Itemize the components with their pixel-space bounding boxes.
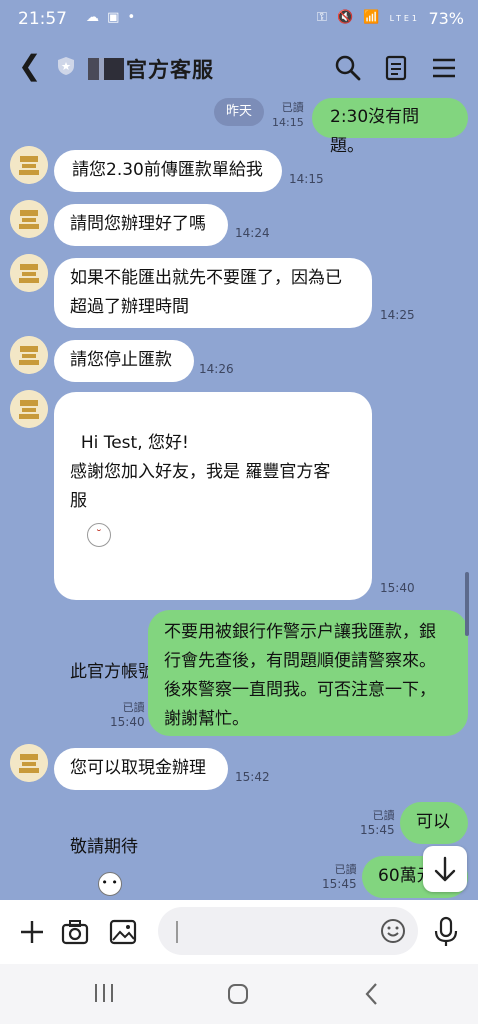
message-bubble-outgoing[interactable]: 2:30沒有問題。 bbox=[312, 98, 468, 156]
read-label: 已讀 bbox=[334, 863, 357, 876]
back-arrow-icon[interactable]: ❮ bbox=[18, 52, 41, 80]
search-icon[interactable] bbox=[334, 54, 362, 82]
avatar[interactable] bbox=[10, 200, 48, 238]
message-input[interactable] bbox=[158, 907, 418, 955]
avatar[interactable] bbox=[10, 146, 48, 184]
arrow-down-icon bbox=[434, 856, 456, 882]
message-bubble-incoming[interactable]: 如果不能匯出就先不要匯了，因為已 超過了辦理時間 bbox=[54, 258, 372, 328]
system-icons: ⚿ 🔇 📶 LTE1 bbox=[316, 10, 420, 25]
date-chip: 昨天 bbox=[214, 98, 264, 126]
read-receipt: 已讀 15:45 bbox=[322, 862, 357, 892]
message-time: 15:45 bbox=[360, 823, 395, 837]
message-time: 14:25 bbox=[380, 308, 415, 322]
avatar[interactable] bbox=[10, 336, 48, 374]
read-label: 已讀 bbox=[122, 701, 145, 714]
message-bubble-outgoing[interactable]: 不要用被銀行作警示户讓我匯款，銀 行會先查後，有問題順便請警察來。 後來警察一直… bbox=[148, 610, 468, 736]
page-title: 官方客服 bbox=[88, 54, 214, 84]
message-time: 15:45 bbox=[322, 877, 357, 891]
cony-emoji-icon: ˘ bbox=[86, 523, 111, 547]
message-bubble-incoming[interactable]: 您可以取現金辦理 bbox=[54, 748, 228, 790]
read-receipt: 已讀 15:40 bbox=[110, 700, 145, 730]
image-icon[interactable] bbox=[108, 917, 138, 947]
message-time: 15:40 bbox=[380, 581, 415, 595]
system-nav-bar bbox=[0, 964, 478, 1024]
message-time: 15:40 bbox=[110, 715, 145, 729]
message-text: Hi Test, 您好! 感謝您加入好友，我是 羅豐官方客 服 bbox=[70, 433, 331, 511]
nav-back-icon[interactable] bbox=[360, 981, 384, 1007]
read-receipt: 已讀 14:15 bbox=[272, 100, 304, 130]
message-time: 14:26 bbox=[199, 362, 234, 376]
redacted-name bbox=[88, 58, 124, 80]
avatar[interactable] bbox=[10, 254, 48, 292]
status-time: 21:57 bbox=[18, 9, 67, 29]
smile-emoji-icon: • • bbox=[97, 872, 122, 896]
title-text: 官方客服 bbox=[126, 58, 214, 82]
recent-apps-icon[interactable] bbox=[92, 982, 116, 1004]
home-icon[interactable] bbox=[226, 982, 250, 1006]
emoji-icon[interactable] bbox=[380, 918, 406, 944]
message-time: 15:42 bbox=[235, 770, 270, 784]
read-label: 已讀 bbox=[372, 809, 395, 822]
chat-header: ❮ 官方客服 bbox=[0, 38, 478, 100]
message-bubble-incoming[interactable]: 請您2.30前傳匯款單給我 bbox=[54, 150, 282, 192]
avatar[interactable] bbox=[10, 390, 48, 428]
battery-level: 73% bbox=[428, 9, 464, 28]
read-receipt: 已讀 15:45 bbox=[360, 808, 395, 838]
message-text: 敬請期待 bbox=[70, 837, 138, 857]
message-bubble-incoming[interactable]: Hi Test, 您好! 感謝您加入好友，我是 羅豐官方客 服 ˘ 此官方帳號將… bbox=[54, 392, 372, 923]
menu-icon[interactable] bbox=[430, 54, 458, 82]
plus-icon[interactable] bbox=[18, 918, 46, 946]
notes-icon[interactable] bbox=[382, 54, 410, 82]
mic-icon[interactable] bbox=[432, 916, 460, 948]
network-label: LTE1 bbox=[389, 14, 420, 23]
scrollbar[interactable] bbox=[465, 572, 469, 636]
notification-icons: ☁ ▣ • bbox=[86, 10, 138, 25]
message-time: 14:15 bbox=[272, 116, 304, 129]
message-bubble-incoming[interactable]: 請您停止匯款 bbox=[54, 340, 194, 382]
shield-icon bbox=[58, 57, 74, 75]
message-bubble-outgoing[interactable]: 可以 bbox=[400, 802, 468, 844]
message-time: 14:15 bbox=[289, 172, 324, 186]
camera-icon[interactable] bbox=[60, 917, 90, 947]
avatar[interactable] bbox=[10, 744, 48, 782]
status-bar: 21:57 ☁ ▣ • ⚿ 🔇 📶 LTE1 73% bbox=[0, 0, 478, 38]
text-caret bbox=[176, 921, 178, 943]
message-bubble-incoming[interactable]: 請問您辦理好了嗎 bbox=[54, 204, 228, 246]
message-time: 14:24 bbox=[235, 226, 270, 240]
scroll-to-bottom-button[interactable] bbox=[423, 846, 467, 892]
read-label: 已讀 bbox=[281, 101, 304, 114]
